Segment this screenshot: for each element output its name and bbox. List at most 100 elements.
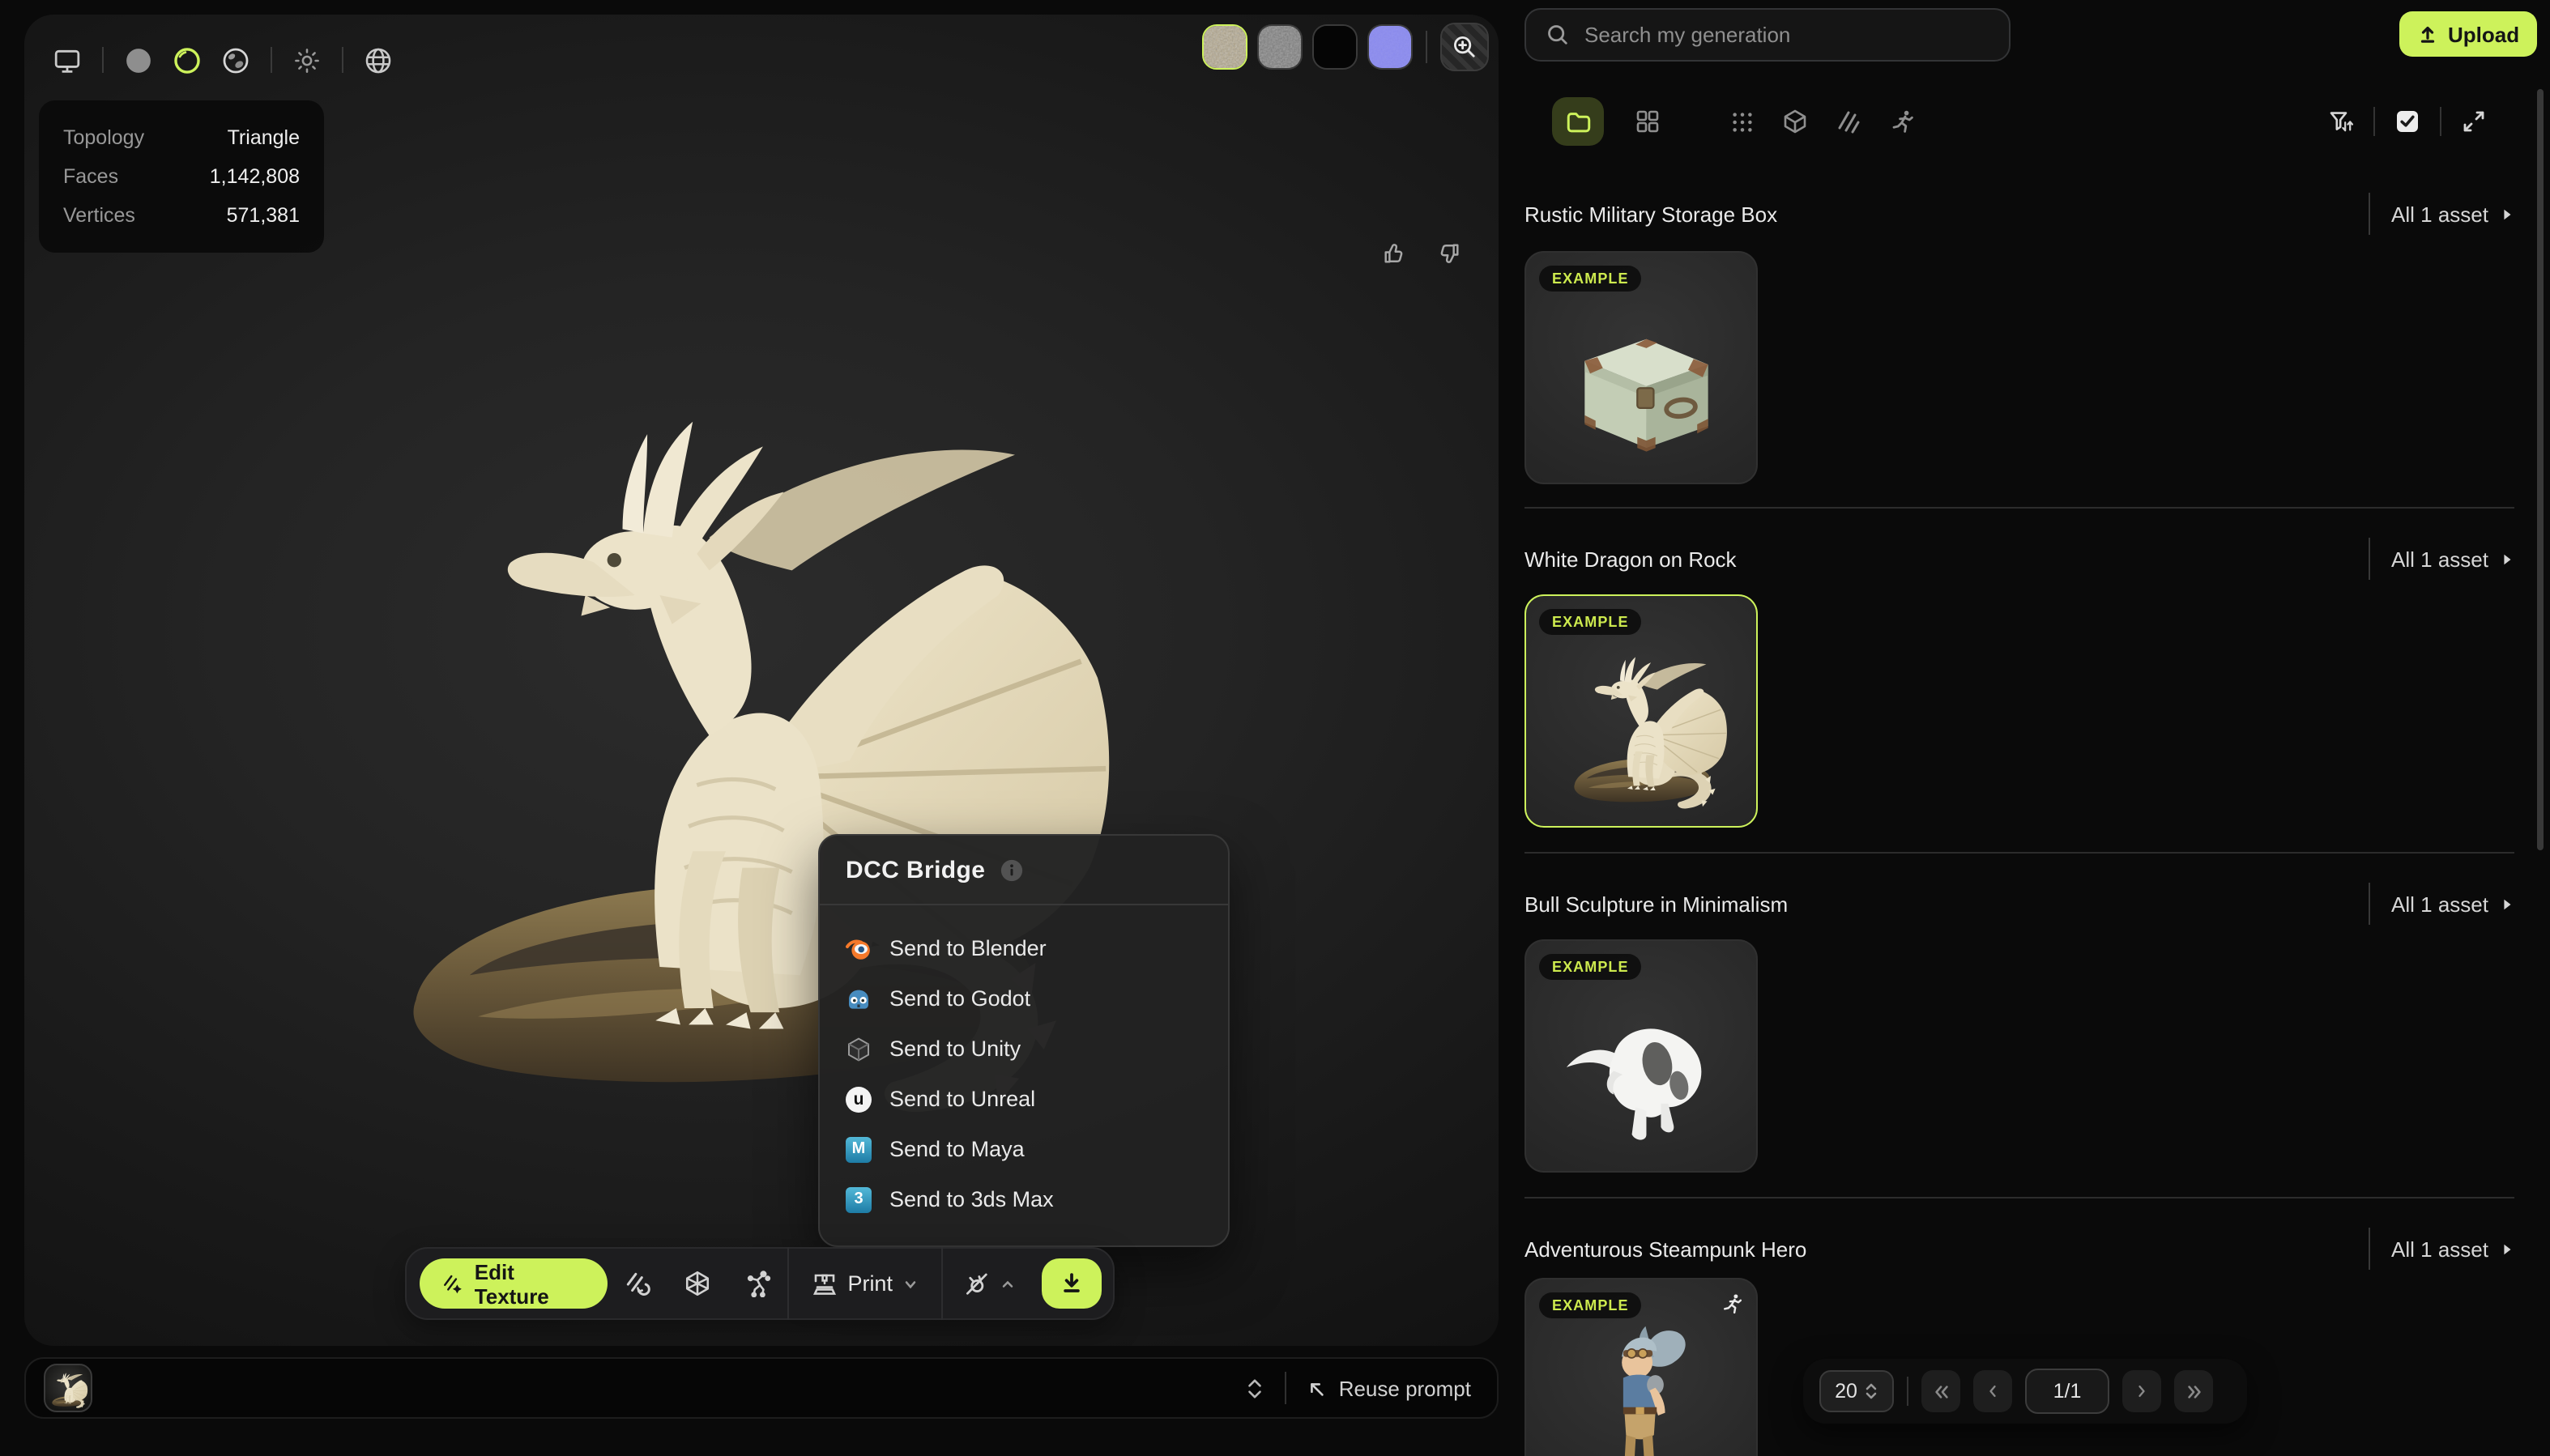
sidebar-scrollbar[interactable]	[2537, 89, 2544, 850]
bull-sculpture-render	[1552, 977, 1733, 1158]
faces-value: 1,142,808	[210, 157, 300, 196]
asset-card-bull-sculpture[interactable]: EXAMPLE	[1524, 939, 1758, 1173]
all-assets-label: All 1 asset	[2391, 1237, 2488, 1261]
section-divider	[1524, 507, 2514, 509]
remesh-icon[interactable]	[667, 1247, 727, 1320]
thumbs-up-icon[interactable]	[1382, 241, 1406, 266]
divider	[1286, 1372, 1287, 1404]
divider	[1426, 31, 1427, 63]
filter-all-icon[interactable]	[1717, 97, 1766, 146]
topology-row: Faces 1,142,808	[63, 157, 300, 196]
tab-grid[interactable]	[1623, 97, 1672, 146]
edit-texture-button[interactable]: Edit Texture	[420, 1258, 608, 1309]
chevron-right-icon	[2500, 896, 2514, 911]
topology-panel: Topology Triangle Faces 1,142,808 Vertic…	[39, 100, 324, 253]
download-icon	[1060, 1271, 1084, 1296]
metallic-map-thumb[interactable]	[1312, 24, 1358, 70]
dots-grid-icon	[1729, 109, 1754, 134]
dcc-bridge-button[interactable]	[943, 1247, 1035, 1320]
menu-item-send-to-blender[interactable]: Send to Blender	[820, 923, 1228, 973]
menu-item-send-to-unity[interactable]: Send to Unity	[820, 1024, 1228, 1074]
select-mode-button[interactable]	[2383, 97, 2432, 146]
search-input[interactable]	[1584, 23, 1989, 47]
material-sphere-icon[interactable]	[222, 46, 249, 74]
example-badge: EXAMPLE	[1539, 609, 1642, 635]
globe-icon[interactable]	[365, 46, 392, 74]
page-size-value: 20	[1835, 1380, 1857, 1403]
filter-textures-icon[interactable]	[1824, 97, 1873, 146]
stepper-chevrons-icon	[1866, 1381, 1878, 1401]
sun-icon[interactable]	[293, 46, 321, 74]
chevron-right-icon	[2500, 1241, 2514, 1256]
download-button[interactable]	[1042, 1258, 1102, 1309]
caret-up-icon	[1000, 1275, 1016, 1292]
action-bar: Edit Texture Print	[405, 1247, 1115, 1320]
menu-item-send-to-unreal[interactable]: u Send to Unreal	[820, 1074, 1228, 1124]
animation-runner-icon	[1889, 109, 1915, 134]
normal-map-thumb[interactable]	[1367, 24, 1413, 70]
monitor-icon[interactable]	[53, 46, 81, 74]
asset-card-storage-box[interactable]: EXAMPLE	[1524, 251, 1758, 484]
dcc-bridge-header: DCC Bridge	[820, 836, 1228, 904]
double-chevron-right-icon	[2185, 1382, 2202, 1400]
chevron-right-icon	[2500, 551, 2514, 566]
prompt-bar-actions: Reuse prompt	[1245, 1372, 1497, 1404]
vertices-value: 571,381	[227, 196, 300, 235]
asset-card-steampunk-hero[interactable]: EXAMPLE	[1524, 1278, 1758, 1456]
filter-sort-button[interactable]	[2317, 97, 2365, 146]
retexture-icon[interactable]	[608, 1247, 667, 1320]
divider	[271, 47, 272, 73]
section-all-assets-link[interactable]: All 1 asset	[2369, 1228, 2514, 1270]
page-size-stepper[interactable]: 20	[1819, 1370, 1894, 1412]
storage-box-render	[1552, 288, 1733, 470]
topology-row: Vertices 571,381	[63, 196, 300, 235]
feedback-buttons	[1382, 241, 1461, 266]
menu-item-send-to-godot[interactable]: Send to Godot	[820, 973, 1228, 1024]
viewport-3d[interactable]: Topology Triangle Faces 1,142,808 Vertic…	[24, 15, 1499, 1346]
upload-label: Upload	[2448, 22, 2519, 46]
prev-page-button[interactable]	[1973, 1370, 2012, 1412]
print-button[interactable]: Print	[789, 1247, 941, 1320]
topology-label: Topology	[63, 118, 144, 157]
last-page-button[interactable]	[2174, 1370, 2213, 1412]
blender-icon	[846, 935, 872, 961]
page-indicator: 1/1	[2025, 1369, 2109, 1414]
wireframe-sphere-icon[interactable]	[173, 46, 201, 74]
select-checkbox-icon	[2394, 109, 2420, 134]
expand-panel-button[interactable]	[2450, 97, 2498, 146]
filter-models-icon[interactable]	[1771, 97, 1819, 146]
divider	[342, 47, 343, 73]
menu-item-send-to-3dsmax[interactable]: 3 Send to 3ds Max	[820, 1174, 1228, 1224]
pagination-bar: 20 1/1	[1803, 1359, 2247, 1424]
generation-thumbnail[interactable]	[44, 1364, 92, 1412]
dcc-bridge-title: DCC Bridge	[846, 857, 985, 884]
section-all-assets-link[interactable]: All 1 asset	[2369, 193, 2514, 235]
filter-animations-icon[interactable]	[1878, 97, 1926, 146]
section-title: Adventurous Steampunk Hero	[1524, 1237, 1806, 1261]
reuse-prompt-button[interactable]: Reuse prompt	[1307, 1376, 1471, 1400]
roughness-map-thumb[interactable]	[1257, 24, 1303, 70]
thumbs-down-icon[interactable]	[1437, 241, 1461, 266]
info-icon[interactable]	[1000, 858, 1024, 883]
upload-button[interactable]: Upload	[2399, 11, 2537, 57]
expand-collapse-icon[interactable]	[1245, 1376, 1266, 1400]
expand-icon	[2461, 109, 2487, 134]
rig-icon[interactable]	[728, 1247, 788, 1320]
shaded-sphere-icon[interactable]	[125, 46, 152, 74]
search-box	[1524, 8, 2011, 62]
cube-icon	[1782, 109, 1808, 134]
section-header: White Dragon on Rock All 1 asset	[1524, 536, 2514, 581]
first-page-button[interactable]	[1921, 1370, 1960, 1412]
section-all-assets-link[interactable]: All 1 asset	[2369, 538, 2514, 580]
next-page-button[interactable]	[2122, 1370, 2161, 1412]
viewport-toolbar	[53, 36, 392, 84]
base-color-map-thumb[interactable]	[1202, 24, 1247, 70]
section-all-assets-link[interactable]: All 1 asset	[2369, 883, 2514, 925]
tab-folders[interactable]	[1552, 97, 1604, 146]
animation-runner-icon	[1721, 1292, 1743, 1315]
magnifier-plus-icon[interactable]	[1440, 23, 1489, 71]
asset-card-white-dragon-selected[interactable]: EXAMPLE	[1524, 594, 1758, 828]
unity-icon	[846, 1036, 872, 1062]
print-label: Print	[847, 1271, 893, 1296]
menu-item-send-to-maya[interactable]: M Send to Maya	[820, 1124, 1228, 1174]
